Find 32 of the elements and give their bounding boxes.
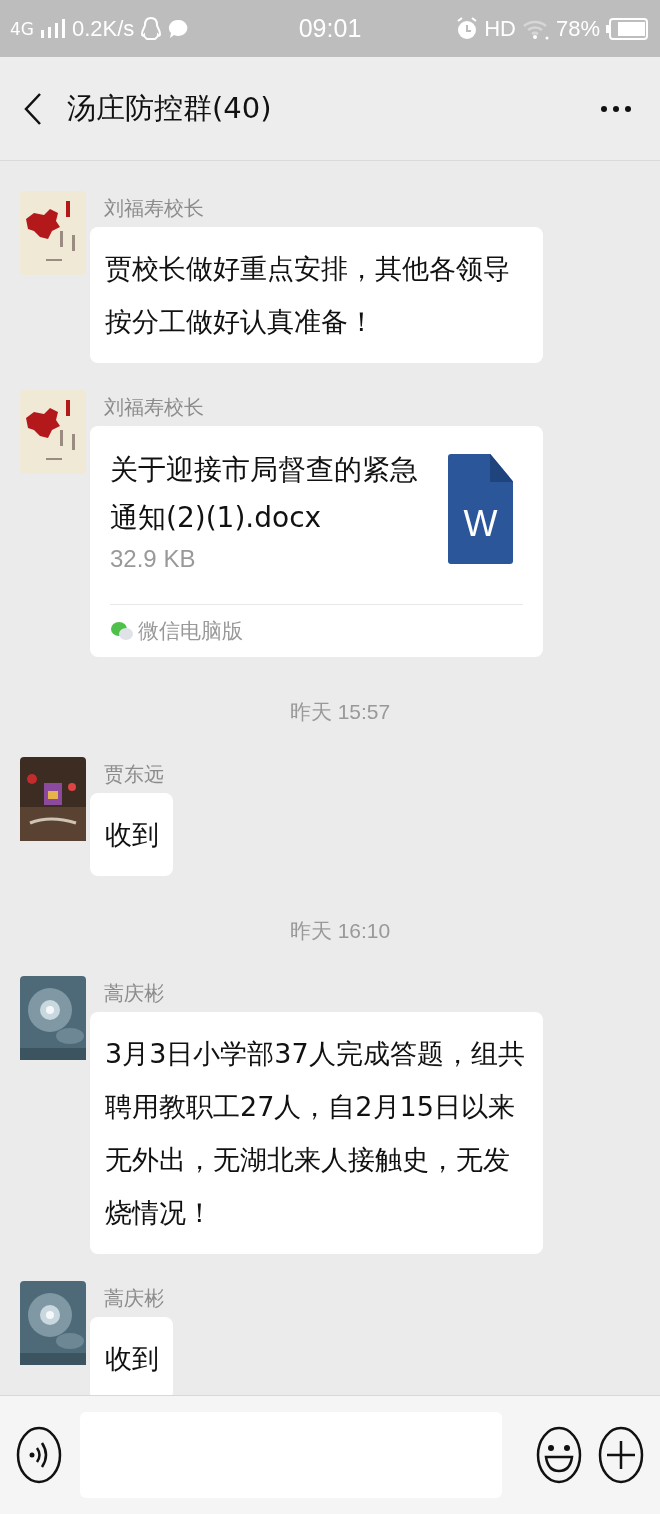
chat-title: 汤庄防控群(40) bbox=[67, 89, 273, 127]
clock-time: 09:01 bbox=[298, 14, 362, 43]
sender-name: 刘福寿校长 bbox=[104, 195, 204, 222]
sender-name: 蒿庆彬 bbox=[104, 1285, 164, 1312]
message-bubble: 收到 bbox=[90, 793, 173, 876]
signal-icon bbox=[40, 17, 66, 40]
network-type: 4G bbox=[10, 18, 34, 39]
document-icon: W bbox=[448, 454, 513, 564]
hd-label: HD bbox=[484, 15, 516, 42]
add-icon[interactable] bbox=[598, 1426, 644, 1484]
back-icon[interactable] bbox=[23, 91, 43, 126]
message-bubble: 收到 bbox=[90, 1317, 173, 1395]
battery-icon bbox=[606, 17, 648, 40]
battery-percent: 78% bbox=[555, 15, 600, 42]
wechat-icon bbox=[110, 620, 134, 642]
file-card[interactable]: 关于迎接市局督查的紧急通知(2)(1).docx 32.9 KB W 微信电脑版 bbox=[90, 426, 543, 657]
more-icon[interactable] bbox=[600, 104, 632, 113]
sender-name: 蒿庆彬 bbox=[104, 980, 164, 1007]
message-bubble: 3月3日小学部37人完成答题，组共聘用教职工27人，自2月15日以来无外出，无湖北来人接触史，无发烧情况！ bbox=[90, 1012, 543, 1254]
voice-icon[interactable] bbox=[16, 1426, 62, 1484]
sender-name: 刘福寿校长 bbox=[104, 394, 204, 421]
penguin-icon bbox=[140, 15, 163, 42]
timestamp: 昨天 15:57 bbox=[289, 699, 391, 725]
file-name: 关于迎接市局督查的紧急通知(2)(1).docx bbox=[110, 452, 419, 536]
timestamp: 昨天 16:10 bbox=[289, 918, 391, 944]
source-label: 微信电脑版 bbox=[138, 618, 243, 645]
network-speed: 0.2K/s bbox=[72, 15, 135, 42]
message-bubble: 贾校长做好重点安排，其他各领导按分工做好认真准备！ bbox=[90, 227, 543, 363]
file-size: 32.9 KB bbox=[110, 544, 197, 574]
sender-name: 贾东远 bbox=[104, 761, 164, 788]
emoji-icon[interactable] bbox=[536, 1426, 582, 1484]
alarm-icon bbox=[456, 16, 479, 41]
